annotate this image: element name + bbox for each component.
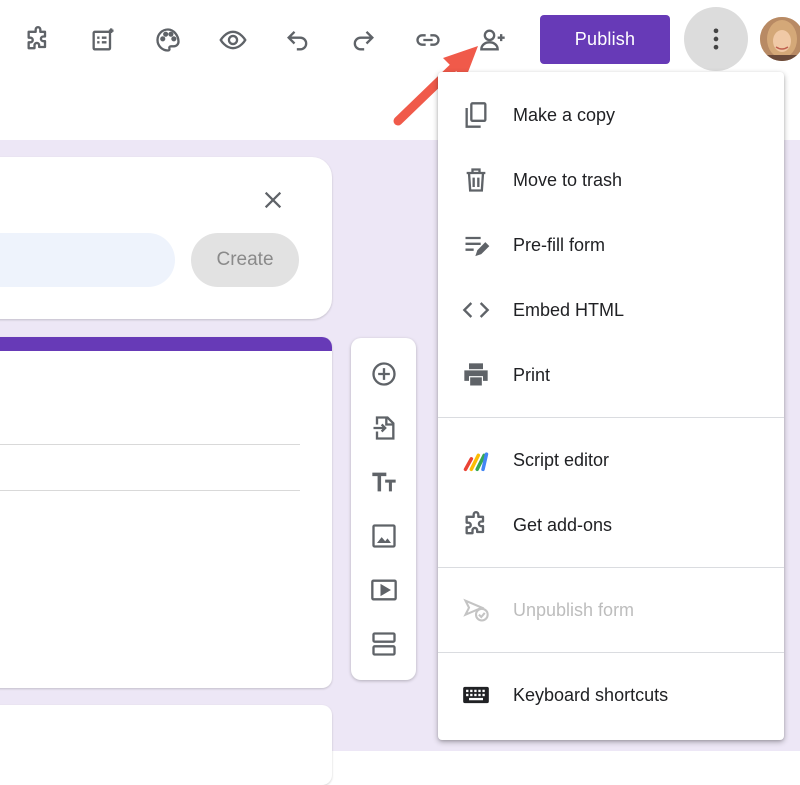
form-accent-bar — [0, 337, 332, 351]
form-description-underline — [0, 490, 300, 491]
section-icon[interactable] — [367, 627, 401, 661]
link-input-field[interactable] — [0, 233, 175, 287]
form-title-underline — [0, 444, 300, 445]
add-collaborator-icon[interactable] — [473, 20, 513, 60]
video-icon[interactable] — [367, 573, 401, 607]
link-icon[interactable] — [408, 20, 448, 60]
add-question-icon[interactable] — [367, 357, 401, 391]
image-icon[interactable] — [367, 519, 401, 553]
preview-eye-icon[interactable] — [213, 20, 253, 60]
prefill-icon — [460, 229, 492, 261]
menu-item-label: Pre-fill form — [513, 234, 606, 255]
menu-item-label: Embed HTML — [513, 299, 625, 320]
keyboard-icon — [460, 679, 492, 711]
trash-icon — [460, 164, 492, 196]
menu-item-label: Print — [513, 364, 551, 385]
addons-icon — [460, 509, 492, 541]
menu-item-move-to-trash[interactable]: Move to trash — [438, 149, 784, 211]
more-vert-icon — [713, 28, 719, 50]
more-options-menu: Make a copy Move to trash Pre-fill form … — [438, 72, 784, 740]
avatar[interactable] — [760, 17, 800, 61]
menu-item-print[interactable]: Print — [438, 344, 784, 406]
menu-item-label: Script editor — [513, 449, 610, 470]
menu-item-label: Move to trash — [513, 169, 623, 190]
print-icon — [460, 359, 492, 391]
menu-item-get-addons[interactable]: Get add-ons — [438, 494, 784, 556]
menu-item-make-copy[interactable]: Make a copy — [438, 84, 784, 146]
menu-item-label: Get add-ons — [513, 514, 613, 535]
menu-item-embed-html[interactable]: Embed HTML — [438, 279, 784, 341]
redo-icon[interactable] — [343, 20, 383, 60]
create-button[interactable]: Create — [191, 233, 299, 287]
title-text-icon[interactable] — [367, 465, 401, 499]
side-toolbox — [351, 338, 416, 680]
share-link-card: Create — [0, 157, 332, 319]
palette-icon[interactable] — [148, 20, 188, 60]
more-options-button[interactable] — [684, 7, 748, 71]
customize-icon[interactable] — [83, 20, 123, 60]
menu-divider — [438, 652, 784, 653]
menu-divider — [438, 567, 784, 568]
close-icon[interactable] — [258, 185, 288, 215]
menu-item-label: Keyboard shortcuts — [513, 684, 669, 705]
menu-item-label: Unpublish form — [513, 599, 635, 620]
embed-code-icon — [460, 294, 492, 326]
undo-icon[interactable] — [278, 20, 318, 60]
menu-item-script-editor[interactable]: Script editor — [438, 429, 784, 491]
menu-item-prefill-form[interactable]: Pre-fill form — [438, 214, 784, 276]
addons-icon[interactable] — [18, 20, 58, 60]
copy-icon — [460, 99, 492, 131]
question-card[interactable] — [0, 705, 332, 785]
unpublish-icon — [460, 594, 492, 626]
menu-item-keyboard-shortcuts[interactable]: Keyboard shortcuts — [438, 664, 784, 726]
menu-item-unpublish-form: Unpublish form — [438, 579, 784, 641]
menu-divider — [438, 417, 784, 418]
publish-button[interactable]: Publish — [540, 15, 670, 64]
apps-script-icon — [460, 444, 492, 476]
menu-item-label: Make a copy — [513, 104, 616, 125]
form-header-card — [0, 337, 332, 688]
import-questions-icon[interactable] — [367, 411, 401, 445]
